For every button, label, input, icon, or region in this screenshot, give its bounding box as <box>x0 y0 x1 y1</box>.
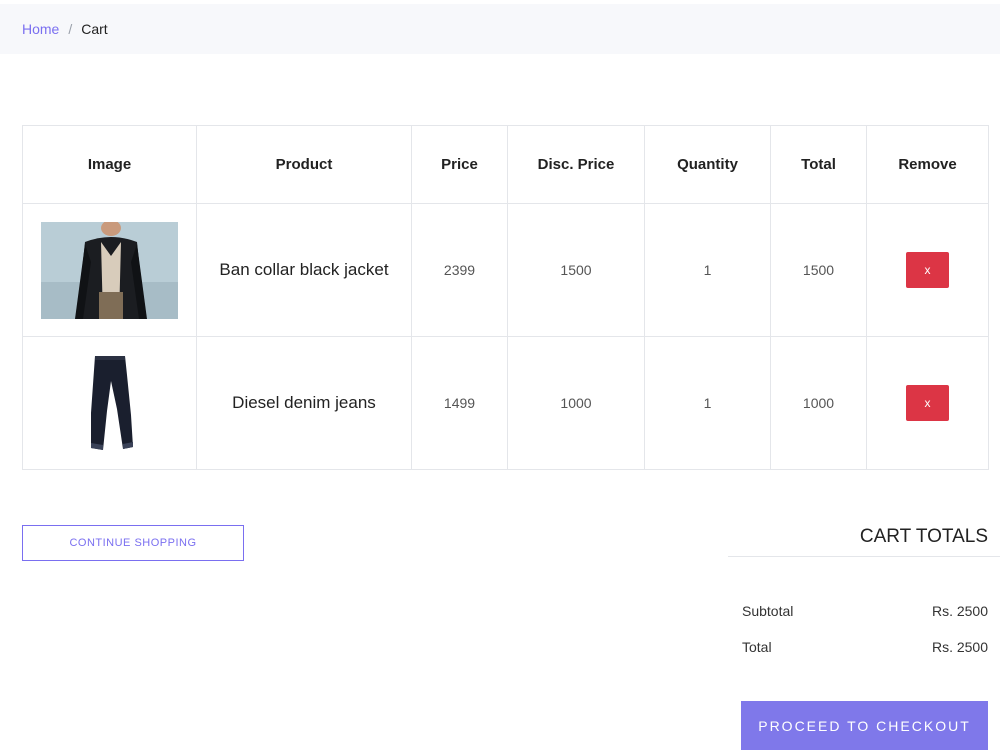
header-disc-price: Disc. Price <box>507 125 645 204</box>
remove-button[interactable]: x <box>906 385 949 421</box>
cart-totals: CART TOTALS Subtotal Rs. 2500 Total Rs. … <box>728 520 1000 665</box>
jacket-image[interactable] <box>41 221 178 319</box>
table-row: Ban collar black jacket 2399 1500 1 1500… <box>22 203 989 337</box>
product-name[interactable]: Diesel denim jeans <box>196 336 412 470</box>
total-row: Total Rs. 2500 <box>728 629 1000 665</box>
cart-totals-title: CART TOTALS <box>728 520 1000 557</box>
header-remove: Remove <box>866 125 989 204</box>
disc-price-cell: 1000 <box>507 336 645 470</box>
breadcrumb-separator: / <box>68 21 73 37</box>
total-value: Rs. 2500 <box>931 639 988 655</box>
total-cell: 1500 <box>770 203 867 337</box>
remove-button[interactable]: x <box>906 252 949 288</box>
disc-price-cell: 1500 <box>507 203 645 337</box>
header-price: Price <box>411 125 508 204</box>
table-row: Diesel denim jeans 1499 1000 1 1000 x <box>22 336 989 470</box>
product-name[interactable]: Ban collar black jacket <box>196 203 412 337</box>
continue-shopping-button[interactable]: CONTINUE SHOPPING <box>22 525 244 561</box>
price-cell: 2399 <box>411 203 508 337</box>
breadcrumb-home-link[interactable]: Home <box>22 21 59 37</box>
quantity-cell: 1 <box>644 203 771 337</box>
breadcrumb-current: Cart <box>81 21 108 37</box>
subtotal-label: Subtotal <box>742 603 794 619</box>
proceed-to-checkout-button[interactable]: PROCEED TO CHECKOUT <box>741 701 988 750</box>
price-cell: 1499 <box>411 336 508 470</box>
quantity-cell: 1 <box>644 336 771 470</box>
subtotal-value: Rs. 2500 <box>931 603 988 619</box>
header-total: Total <box>770 125 867 204</box>
cart-table: Image Product Price Disc. Price Quantity… <box>22 125 989 470</box>
product-image-cell <box>22 336 197 470</box>
header-image: Image <box>22 125 197 204</box>
table-header-row: Image Product Price Disc. Price Quantity… <box>22 125 989 204</box>
remove-cell: x <box>866 203 989 337</box>
remove-cell: x <box>866 336 989 470</box>
total-label: Total <box>742 639 772 655</box>
product-image-cell <box>22 203 197 337</box>
breadcrumb: Home / Cart <box>0 4 1000 54</box>
header-quantity: Quantity <box>644 125 771 204</box>
header-product: Product <box>196 125 412 204</box>
jeans-image[interactable] <box>41 354 178 452</box>
subtotal-row: Subtotal Rs. 2500 <box>728 593 1000 629</box>
total-cell: 1000 <box>770 336 867 470</box>
